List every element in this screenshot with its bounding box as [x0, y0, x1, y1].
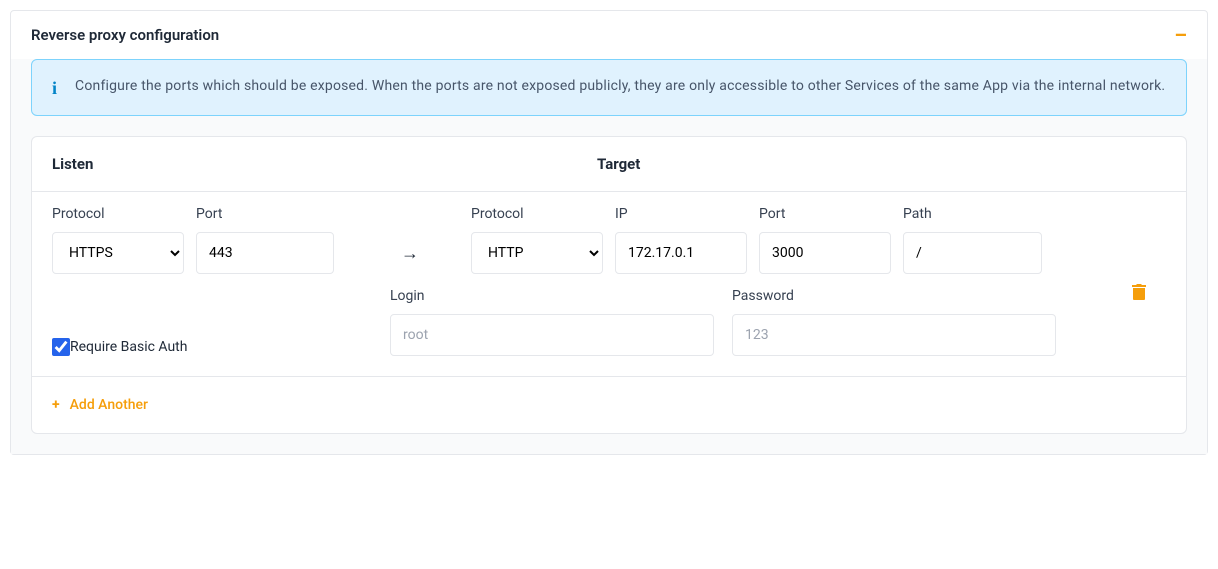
panel-title: Reverse proxy configuration [31, 26, 219, 44]
row-bottom: Require Basic Auth Login Password [52, 288, 1166, 356]
listen-protocol-label: Protocol [52, 206, 184, 222]
password-field: Password [732, 288, 1056, 356]
target-path-label: Path [903, 206, 1042, 222]
login-field: Login [390, 288, 714, 356]
listen-protocol-select[interactable]: HTTPS [52, 232, 184, 274]
basic-auth-checkbox[interactable] [52, 338, 70, 356]
reverse-proxy-panel: Reverse proxy configuration – i Configur… [10, 10, 1208, 455]
proxy-rule-row: Protocol HTTPS Port → Protocol HTTP [32, 192, 1186, 377]
target-protocol-field: Protocol HTTP [471, 206, 603, 274]
collapse-button[interactable]: – [1174, 25, 1187, 45]
info-callout: i Configure the ports which should be ex… [31, 59, 1187, 116]
info-text: Configure the ports which should be expo… [75, 76, 1165, 97]
listen-port-field: Port [196, 206, 334, 274]
plus-icon: + [52, 397, 60, 413]
info-icon: i [52, 78, 57, 99]
panel-body: i Configure the ports which should be ex… [11, 59, 1207, 454]
section-headers: Listen Target [32, 137, 1186, 192]
target-header: Target [597, 155, 1166, 173]
listen-protocol-field: Protocol HTTPS [52, 206, 184, 274]
basic-auth-toggle-wrap: Require Basic Auth [52, 338, 390, 356]
trash-icon [1132, 284, 1146, 300]
target-ip-label: IP [615, 206, 747, 222]
login-input[interactable] [390, 314, 714, 356]
target-port-input[interactable] [759, 232, 891, 274]
target-protocol-select[interactable]: HTTP [471, 232, 603, 274]
panel-header: Reverse proxy configuration – [11, 11, 1207, 59]
password-input[interactable] [732, 314, 1056, 356]
target-path-input[interactable] [903, 232, 1042, 274]
target-path-field: Path [903, 206, 1042, 274]
row-top: Protocol HTTPS Port → Protocol HTTP [52, 206, 1166, 274]
target-protocol-label: Protocol [471, 206, 603, 222]
target-port-label: Port [759, 206, 891, 222]
listen-port-input[interactable] [196, 232, 334, 274]
target-ip-input[interactable] [615, 232, 747, 274]
arrow-icon: → [401, 243, 419, 264]
basic-auth-label[interactable]: Require Basic Auth [70, 339, 187, 355]
delete-row-button[interactable] [1132, 284, 1146, 304]
login-label: Login [390, 288, 714, 304]
listen-header: Listen [52, 155, 597, 173]
listen-port-label: Port [196, 206, 334, 222]
add-another-label: Add Another [70, 397, 148, 413]
password-label: Password [732, 288, 1056, 304]
add-another-button[interactable]: + Add Another [32, 377, 1186, 433]
target-port-field: Port [759, 206, 891, 274]
proxy-rules-card: Listen Target Protocol HTTPS Port → [31, 136, 1187, 434]
target-ip-field: IP [615, 206, 747, 274]
